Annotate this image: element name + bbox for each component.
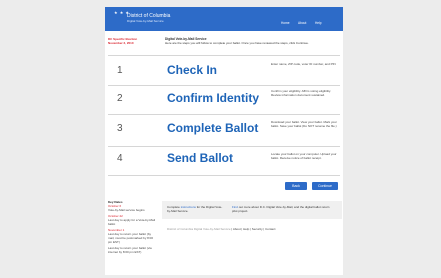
- step-1-number: 1: [117, 65, 123, 76]
- nav-home[interactable]: Home: [281, 21, 290, 25]
- divider: [108, 55, 340, 56]
- instructions-note: Complete instructions for the Digital Vo…: [167, 205, 225, 213]
- intro-text: Here are the steps you will follow to co…: [165, 41, 309, 45]
- footer-security-link[interactable]: Security: [252, 227, 263, 231]
- divider: [108, 146, 340, 147]
- footer-help-link[interactable]: Help: [243, 227, 249, 231]
- continue-button[interactable]: Continue: [312, 182, 338, 190]
- step-4-title: Send Ballot: [167, 151, 234, 165]
- nav-about[interactable]: About: [298, 21, 306, 25]
- election-label: DC Specific Election November 2, 2010: [108, 37, 158, 45]
- election-date: November 2, 2010: [108, 41, 134, 45]
- step-2-number: 2: [117, 93, 123, 104]
- footer: District of Columbia Digital Vote-by-Mai…: [167, 227, 276, 231]
- footer-contact-link[interactable]: Contact: [265, 227, 275, 231]
- page-container: ★ ★ ★ District of Columbia Digital Vote-…: [105, 7, 343, 275]
- footer-site-name: District of Columbia Digital Vote-by-Mai…: [167, 227, 231, 231]
- step-3-title: Complete Ballot: [167, 121, 259, 135]
- key-date-text: Vote-by-Mail service begins: [108, 208, 145, 212]
- divider: [108, 114, 340, 115]
- info-box: Complete instructions for the Digital Vo…: [162, 201, 342, 219]
- site-header: ★ ★ ★ District of Columbia Digital Vote-…: [105, 7, 343, 31]
- key-date-text: Last day to return your ballot (via inte…: [108, 246, 152, 254]
- step-4-description: Locate your ballot on your computer. Upl…: [271, 152, 337, 160]
- back-button[interactable]: Back: [285, 182, 307, 190]
- step-4-number: 4: [117, 153, 123, 164]
- find-out-text: out more about D.C. Digital Vote-by-Mail…: [232, 205, 330, 213]
- step-1-description: Enter name, ZIP code, voter ID number, a…: [271, 62, 336, 66]
- step-3-description: Download your ballot. View your ballot. …: [271, 120, 337, 128]
- nav-help[interactable]: Help: [315, 21, 322, 25]
- step-2-description: Confirm your eligibility. Affirm voting …: [271, 89, 332, 97]
- key-date-text: Last day to return your ballot (by mail,…: [108, 232, 154, 244]
- key-dates-panel: Key Dates October 6 Vote-by-Mail service…: [108, 200, 158, 254]
- step-3-number: 3: [117, 123, 123, 134]
- divider: [108, 85, 340, 86]
- step-1-title: Check In: [167, 63, 218, 77]
- step-2-title: Confirm Identity: [167, 91, 259, 105]
- site-subtitle: Digital Vote-by-Mail Service: [127, 19, 164, 23]
- footer-about-link[interactable]: About: [233, 227, 241, 231]
- divider: [108, 175, 340, 176]
- find-out-note: Find out more about D.C. Digital Vote-by…: [232, 205, 332, 213]
- key-date-text: Last day to apply for a Vote-by-Mail bal…: [108, 218, 156, 226]
